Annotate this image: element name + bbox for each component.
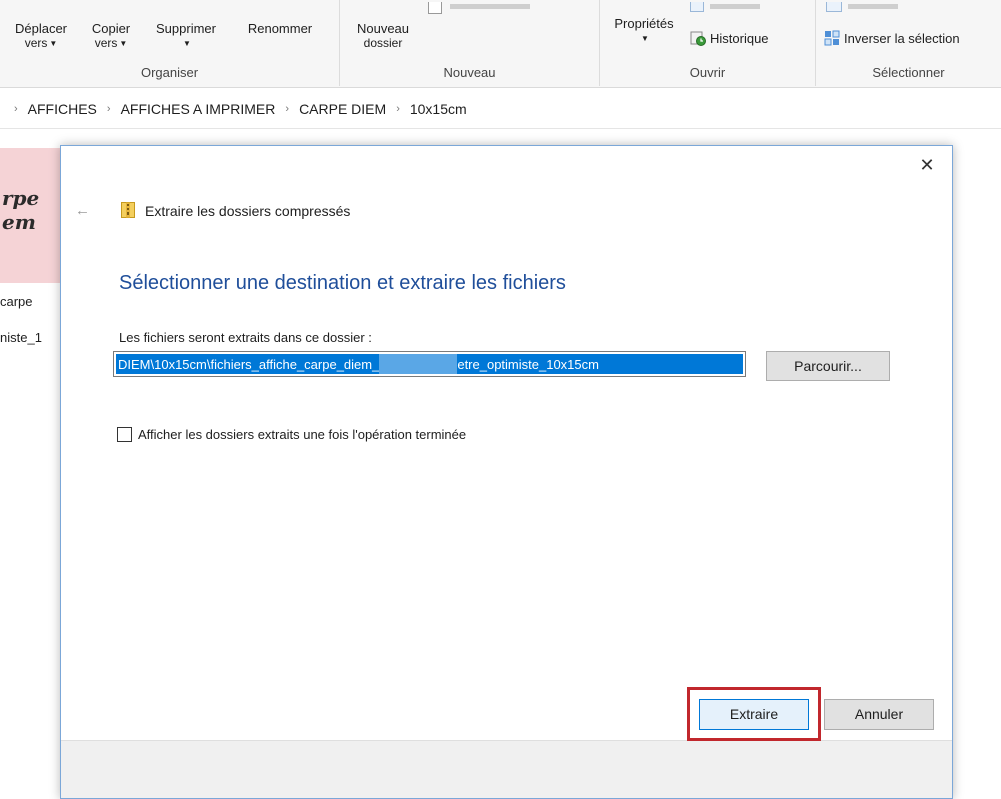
path-text-part1: DIEM\10x15cm\fichiers_affiche_carpe_diem…: [118, 356, 380, 372]
chevron-right-icon: ›: [106, 102, 111, 115]
history-icon: [690, 31, 706, 46]
close-icon[interactable]: ✕: [916, 154, 938, 176]
select-none-icon[interactable]: [826, 2, 842, 12]
delete-label: Supprimer: [156, 21, 216, 36]
history-button[interactable]: Historique: [690, 30, 769, 46]
new-folder-label-2: dossier: [363, 36, 403, 50]
easy-access-icon[interactable]: [428, 2, 442, 14]
edit-icon[interactable]: [690, 2, 704, 12]
breadcrumb-item[interactable]: AFFICHES: [28, 101, 97, 117]
chevron-down-icon: ▼: [641, 34, 649, 44]
ribbon-group-selectionner: Inverser la sélection Sélectionner: [816, 0, 1001, 86]
copy-to-button[interactable]: Copier vers ▼: [88, 21, 134, 51]
properties-button[interactable]: Propriétés ▼: [608, 16, 680, 46]
file-name-line2: niste_1: [0, 330, 42, 345]
show-folders-checkbox[interactable]: [117, 427, 132, 442]
file-name-line1: carpe: [0, 294, 33, 309]
move-to-button[interactable]: Déplacer vers ▼: [14, 21, 68, 51]
breadcrumb: › AFFICHES › AFFICHES A IMPRIMER › CARPE…: [0, 89, 1001, 129]
show-folders-option[interactable]: Afficher les dossiers extraits une fois …: [117, 427, 466, 442]
rename-label: Renommer: [247, 21, 313, 36]
explorer-window: Déplacer vers ▼ Copier vers ▼ Supprimer ▼ …: [0, 0, 1001, 799]
path-selection: DIEM\10x15cm\fichiers_affiche_carpe_diem…: [116, 354, 743, 374]
ribbon-group-label-ouvrir: Ouvrir: [689, 65, 726, 80]
ribbon-group-organiser: Déplacer vers ▼ Copier vers ▼ Supprimer ▼ …: [0, 0, 340, 86]
properties-label: Propriétés: [614, 16, 674, 31]
zip-folder-icon: [121, 202, 135, 218]
redacted-segment: [379, 354, 458, 374]
extract-dialog: ✕ ← Extraire les dossiers compressés Sél…: [60, 145, 953, 799]
chevron-right-icon: ›: [285, 102, 290, 115]
destination-label: Les fichiers seront extraits dans ce dos…: [119, 330, 372, 345]
ribbon-group-nouveau: Nouveau dossier Nouveau: [340, 0, 600, 86]
back-arrow-icon[interactable]: ←: [75, 202, 90, 219]
breadcrumb-item[interactable]: AFFICHES A IMPRIMER: [121, 101, 276, 117]
breadcrumb-item[interactable]: 10x15cm: [410, 101, 467, 117]
path-text-part2: etre_optimiste_10x15cm: [457, 356, 599, 372]
thumbnail-text: rpe em: [2, 186, 39, 234]
dialog-footer: [61, 740, 952, 798]
chevron-down-icon: ▼: [49, 39, 58, 49]
rename-button[interactable]: Renommer: [232, 21, 328, 36]
extract-button[interactable]: Extraire: [699, 699, 809, 730]
copy-to-label-2: vers: [94, 36, 118, 50]
file-thumbnail[interactable]: rpe em: [0, 148, 62, 283]
invert-selection-icon: [824, 30, 840, 46]
cancel-button[interactable]: Annuler: [824, 699, 934, 730]
show-folders-label: Afficher les dossiers extraits une fois …: [138, 427, 467, 442]
chevron-down-icon: ▼: [183, 39, 191, 49]
chevron-right-icon: ›: [396, 102, 400, 115]
thumbnail-text-line1: rpe: [2, 186, 40, 210]
chevron-down-icon: ▼: [119, 39, 128, 49]
invert-selection-button[interactable]: Inverser la sélection: [824, 30, 960, 46]
easy-access-label-cut: [450, 4, 530, 9]
dialog-header: Extraire les dossiers compressés: [145, 203, 351, 219]
copy-to-label: Copier: [91, 21, 131, 36]
ribbon-group-ouvrir: Propriétés ▼ Historique Ouvrir: [600, 0, 816, 86]
move-to-label: Déplacer: [14, 21, 68, 36]
thumbnail-text-line2: em: [2, 210, 36, 234]
browse-button[interactable]: Parcourir...: [766, 351, 890, 381]
invert-selection-label: Inverser la sélection: [844, 30, 960, 46]
destination-path-input[interactable]: DIEM\10x15cm\fichiers_affiche_carpe_diem…: [113, 351, 746, 377]
delete-button[interactable]: Supprimer ▼: [146, 21, 226, 51]
dialog-title: Sélectionner une destination et extraire…: [119, 272, 566, 294]
ribbon-group-label-nouveau: Nouveau: [443, 65, 496, 80]
edit-label-cut: [710, 4, 760, 9]
new-folder-label: Nouveau: [356, 21, 410, 36]
ribbon-group-label-selectionner: Sélectionner: [872, 65, 945, 80]
ribbon: Déplacer vers ▼ Copier vers ▼ Supprimer ▼ …: [0, 0, 1001, 88]
chevron-right-icon: ›: [14, 102, 18, 115]
breadcrumb-item[interactable]: CARPE DIEM: [299, 101, 386, 117]
select-none-label-cut: [848, 4, 898, 9]
ribbon-group-label-organiser: Organiser: [140, 65, 199, 80]
history-label: Historique: [710, 30, 769, 46]
move-to-label-2: vers: [24, 36, 48, 50]
new-folder-button[interactable]: Nouveau dossier: [354, 21, 412, 51]
